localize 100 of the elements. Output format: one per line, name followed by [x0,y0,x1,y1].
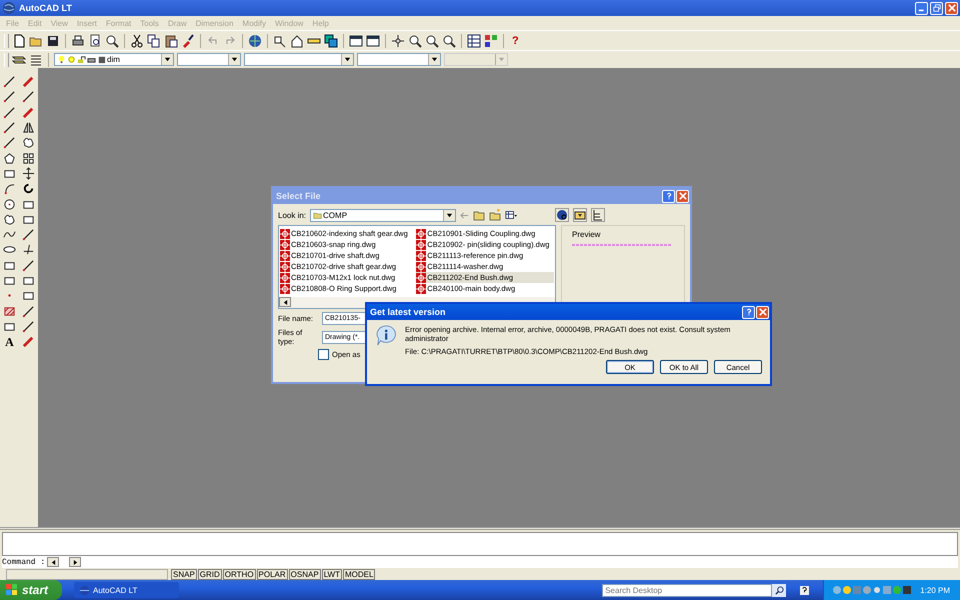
page-preview-icon[interactable] [88,34,102,48]
zoom-icon[interactable] [425,34,439,48]
tree-view-icon[interactable] [591,208,606,222]
magnifier-icon[interactable] [105,34,119,48]
line-tool-icon[interactable] [22,320,35,333]
hatch-icon[interactable] [3,304,16,318]
palette-icon[interactable] [484,34,498,48]
save-icon[interactable] [46,34,60,48]
layers-stack-icon[interactable] [29,52,43,66]
globe-icon [79,584,90,596]
preview-label: Preview [572,230,602,239]
minimize-button[interactable] [915,2,928,14]
folder-icon [313,210,322,220]
restore-icon [932,4,940,12]
light-bulb-icon [57,55,66,64]
line-tool-icon[interactable] [22,258,35,272]
status-toggle[interactable]: MODEL [342,568,376,580]
status-toggle[interactable]: ORTHO [222,568,256,580]
scissors-icon[interactable] [130,34,144,48]
line-tool-icon[interactable] [3,75,16,88]
tray-icons[interactable] [832,585,912,595]
house-icon[interactable] [290,34,304,48]
color-dropdown[interactable] [177,53,241,66]
layers-icon[interactable] [324,34,338,48]
padlock-icon [77,55,86,64]
cross-icon[interactable] [22,243,35,256]
search-button[interactable] [772,584,786,596]
dropdown-arrow-icon [164,56,171,63]
dropdown-arrow-icon [498,56,505,63]
help-button[interactable] [742,306,755,318]
new-file-icon[interactable] [12,34,26,48]
new-folder-icon[interactable] [489,209,502,221]
close-button[interactable] [756,306,769,318]
status-toggle[interactable]: OSNAP [288,568,321,580]
taskbar-task-button[interactable]: AutoCAD LT [74,582,180,598]
folder-up-icon[interactable] [473,209,486,221]
move-arrows-icon[interactable] [22,166,35,180]
status-toggle[interactable]: GRID [198,568,222,580]
window-title: AutoCAD LT [19,3,72,13]
start-button[interactable]: start [0,580,62,600]
status-toggle[interactable]: SNAP [171,568,197,580]
app-globe-icon [2,1,16,15]
polygon-icon[interactable] [3,152,16,165]
search-field[interactable]: Search Desktop [602,584,772,596]
circle-icon[interactable] [3,198,16,211]
question-mark-icon [744,308,752,316]
scroll-left-button[interactable] [279,297,291,307]
grid-icon[interactable] [467,34,481,48]
close-icon [948,4,956,12]
drawing-file-icon [416,272,426,282]
linetype-dropdown[interactable] [244,53,354,66]
line-tool-icon[interactable] [3,121,16,134]
command-prompt: Command : [2,558,46,566]
globe-search-icon[interactable] [555,208,570,222]
tool-icon[interactable] [273,34,287,48]
scroll-left-button[interactable] [47,557,60,567]
window-icon[interactable] [366,34,380,48]
pencil-icon[interactable] [22,335,35,348]
zoom-icon[interactable] [408,34,422,48]
globe-icon[interactable] [248,34,262,48]
status-toggle[interactable]: POLAR [256,568,288,580]
line-tool-icon[interactable] [22,90,35,104]
zoom-icon[interactable] [442,34,456,48]
printer-icon[interactable] [71,34,85,48]
brush-icon[interactable] [181,34,195,48]
folder-down-icon[interactable] [573,208,588,222]
line-tool-icon[interactable] [3,106,16,119]
close-button[interactable] [945,2,958,14]
pencil-icon[interactable] [22,106,35,119]
view-menu-icon[interactable] [505,209,518,221]
clipboard-icon[interactable] [164,34,178,48]
cloud-icon[interactable] [3,212,16,226]
close-icon [758,308,766,316]
open-as-checkbox[interactable] [318,349,329,360]
pan-icon[interactable] [391,34,405,48]
grid-icon[interactable] [22,152,35,165]
copy-icon[interactable] [147,34,161,48]
help-icon[interactable] [800,586,810,594]
status-toggle[interactable]: LWT [322,568,342,580]
arc-icon[interactable] [3,182,16,196]
drawing-file-icon [416,228,426,238]
scroll-right-button[interactable] [69,557,82,567]
pencil-icon[interactable] [22,75,35,88]
drawing-file-icon [416,240,426,250]
line-tool-icon[interactable] [22,228,35,242]
mirror-icon[interactable] [22,121,35,134]
layer-dropdown[interactable]: dim [54,53,174,66]
text-tool-button[interactable]: A [5,336,14,348]
help-button[interactable]: ? [509,34,522,46]
cloud-icon[interactable] [22,136,35,150]
line-tool-icon[interactable] [22,304,35,318]
window-icon[interactable] [349,34,363,48]
lineweight-dropdown[interactable] [357,53,441,66]
drawing-file-icon [416,284,426,294]
dropdown-arrow-icon [446,212,454,218]
line-tool-icon[interactable] [3,136,16,150]
rotate-icon[interactable] [22,182,35,196]
line-tool-icon[interactable] [3,90,16,104]
restore-button[interactable] [930,2,943,14]
look-in-dropdown[interactable]: COMP [310,208,456,222]
